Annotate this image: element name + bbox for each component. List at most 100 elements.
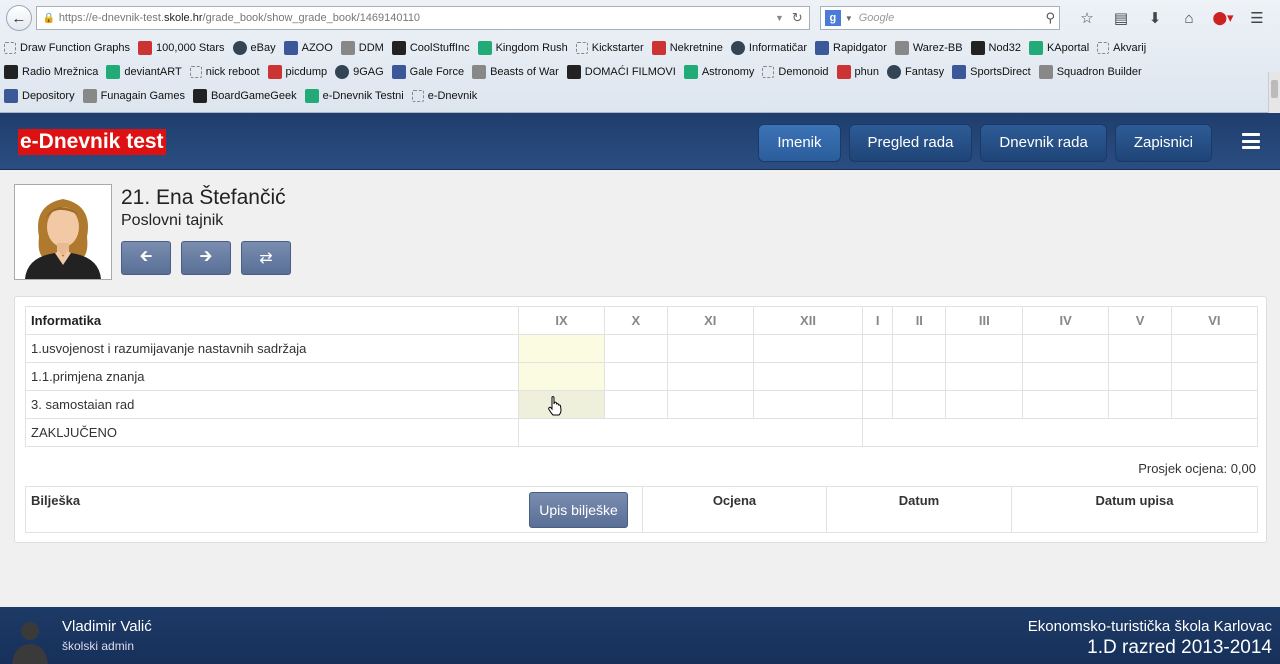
- bookmark-favicon-icon: [836, 65, 851, 79]
- bookmark-item[interactable]: eBay: [232, 41, 276, 55]
- grade-cell[interactable]: [517, 334, 606, 363]
- url-bar[interactable]: 🔒 https://e-dnevnik-test. skole.hr/grade_…: [35, 6, 810, 30]
- grade-cell[interactable]: [945, 334, 1024, 363]
- grade-cell[interactable]: [517, 362, 606, 391]
- bookmark-item[interactable]: Draw Function Graphs: [4, 42, 130, 54]
- bookmark-item[interactable]: Akvarij: [1097, 42, 1146, 54]
- grade-cell[interactable]: [945, 390, 1024, 419]
- month-header: IV: [1022, 306, 1110, 335]
- bookmark-item[interactable]: DDM: [340, 41, 384, 55]
- tab-pregled-rada[interactable]: Pregled rada: [848, 124, 973, 162]
- bookmark-item[interactable]: Rapidgator: [815, 41, 887, 55]
- star-icon[interactable]: ☆: [1070, 6, 1104, 30]
- back-button[interactable]: ←: [6, 5, 32, 31]
- subject-name: Informatika: [25, 306, 519, 335]
- google-icon[interactable]: g: [824, 10, 841, 26]
- grade-cell[interactable]: [1170, 334, 1259, 363]
- lock-icon: 🔒: [42, 13, 56, 24]
- bookmark-item[interactable]: SportsDirect: [952, 65, 1031, 79]
- bookmark-item[interactable]: deviantART: [106, 65, 182, 79]
- tab-imenik[interactable]: Imenik: [758, 124, 841, 162]
- bookmarks-scrollbar[interactable]: [1268, 72, 1280, 113]
- bookmark-item[interactable]: Fantasy: [887, 65, 944, 79]
- reload-icon[interactable]: ↻: [792, 10, 803, 26]
- bookmark-item[interactable]: 9GAG: [335, 65, 384, 79]
- grade-cell[interactable]: [752, 334, 864, 363]
- bookmark-item[interactable]: BoardGameGeek: [192, 89, 297, 103]
- bookmark-item[interactable]: Kickstarter: [575, 42, 644, 54]
- bookmark-item[interactable]: Informatičar: [730, 41, 807, 55]
- bookmark-item[interactable]: Demonoid: [762, 66, 829, 78]
- grade-cell[interactable]: [1022, 390, 1110, 419]
- bookmark-item[interactable]: Depository: [4, 89, 75, 103]
- bookmark-label: AZOO: [301, 42, 333, 54]
- bookmark-item[interactable]: Beasts of War: [472, 65, 559, 79]
- app-title[interactable]: e-Dnevnik test: [18, 129, 166, 155]
- next-student-button[interactable]: 🡲: [181, 241, 231, 275]
- grade-cell[interactable]: [752, 390, 864, 419]
- add-note-button[interactable]: Upis bilješke: [529, 492, 628, 528]
- bookmark-item[interactable]: KAportal: [1028, 41, 1089, 55]
- grade-cell[interactable]: [666, 390, 754, 419]
- tab-zapisnici[interactable]: Zapisnici: [1114, 124, 1212, 162]
- bookmark-label: e-Dnevnik Testni: [322, 90, 404, 102]
- bookmark-favicon-icon: [340, 41, 355, 55]
- grade-cell[interactable]: [604, 334, 668, 363]
- hamburger-menu-icon[interactable]: [1242, 133, 1260, 149]
- bookmark-item[interactable]: Squadron Builder: [1038, 65, 1142, 79]
- previous-student-button[interactable]: 🡰: [121, 241, 171, 275]
- bookmark-item[interactable]: Astronomy: [683, 65, 754, 79]
- grade-cell[interactable]: [1108, 390, 1172, 419]
- grade-cell[interactable]: [666, 362, 754, 391]
- grade-cell[interactable]: [1170, 390, 1259, 419]
- bookmark-item[interactable]: DOMAĆI FILMOVI: [566, 65, 676, 79]
- grade-cell[interactable]: [892, 334, 947, 363]
- random-student-button[interactable]: ⇄: [241, 241, 291, 275]
- bookmark-item[interactable]: phun: [836, 65, 879, 79]
- grade-cell[interactable]: [862, 362, 894, 391]
- grade-cell[interactable]: [862, 334, 894, 363]
- bookmark-item[interactable]: 100,000 Stars: [138, 41, 225, 55]
- bookmark-item[interactable]: picdump: [267, 65, 327, 79]
- bookmark-item[interactable]: Warez-BB: [894, 41, 963, 55]
- bookmark-item[interactable]: e-Dnevnik: [411, 90, 477, 102]
- search-engine-dropdown-icon[interactable]: ▼: [845, 14, 853, 23]
- grade-cell[interactable]: [752, 362, 864, 391]
- bookmark-item[interactable]: Nod32: [970, 41, 1021, 55]
- bookmark-label: 100,000 Stars: [156, 42, 225, 54]
- menu-icon[interactable]: ☰: [1240, 6, 1274, 30]
- grade-cell[interactable]: [892, 362, 947, 391]
- grade-cell[interactable]: [666, 334, 754, 363]
- bookmark-item[interactable]: Kingdom Rush: [477, 41, 568, 55]
- home-icon[interactable]: ⌂: [1172, 6, 1206, 30]
- final-grade-cell[interactable]: [862, 418, 1258, 447]
- grade-cell[interactable]: [1022, 362, 1110, 391]
- user-avatar-icon[interactable]: [6, 615, 54, 664]
- bookmark-item[interactable]: Gale Force: [391, 65, 464, 79]
- search-icon[interactable]: ⚲: [1045, 10, 1055, 26]
- bookmark-item[interactable]: AZOO: [283, 41, 333, 55]
- bookmark-item[interactable]: CoolStuffInc: [391, 41, 470, 55]
- tab-dnevnik-rada[interactable]: Dnevnik rada: [980, 124, 1107, 162]
- grade-cell[interactable]: [1022, 334, 1110, 363]
- grade-cell[interactable]: [945, 362, 1024, 391]
- search-bar[interactable]: g ▼ Google ⚲: [819, 6, 1060, 30]
- final-grade-label: ZAKLJUČENO: [25, 418, 519, 447]
- grade-cell[interactable]: [892, 390, 947, 419]
- adblock-icon[interactable]: ⬤▾: [1206, 6, 1240, 30]
- grade-cell[interactable]: [604, 362, 668, 391]
- grade-cell[interactable]: [1170, 362, 1259, 391]
- bookmark-item[interactable]: nick reboot: [189, 66, 260, 78]
- dropdown-icon[interactable]: ▼: [775, 13, 784, 23]
- bookmark-item[interactable]: Radio Mrežnica: [4, 65, 98, 79]
- clipboard-icon[interactable]: ▤: [1104, 6, 1138, 30]
- final-grade-cell[interactable]: [517, 418, 864, 447]
- grade-cell[interactable]: [1108, 334, 1172, 363]
- grade-cell[interactable]: [1108, 362, 1172, 391]
- bookmark-item[interactable]: Funagain Games: [82, 89, 185, 103]
- grade-cell[interactable]: [604, 390, 668, 419]
- bookmark-item[interactable]: e-Dnevnik Testni: [304, 89, 404, 103]
- download-icon[interactable]: ⬇: [1138, 6, 1172, 30]
- bookmark-item[interactable]: Nekretnine: [651, 41, 723, 55]
- grade-cell[interactable]: [862, 390, 894, 419]
